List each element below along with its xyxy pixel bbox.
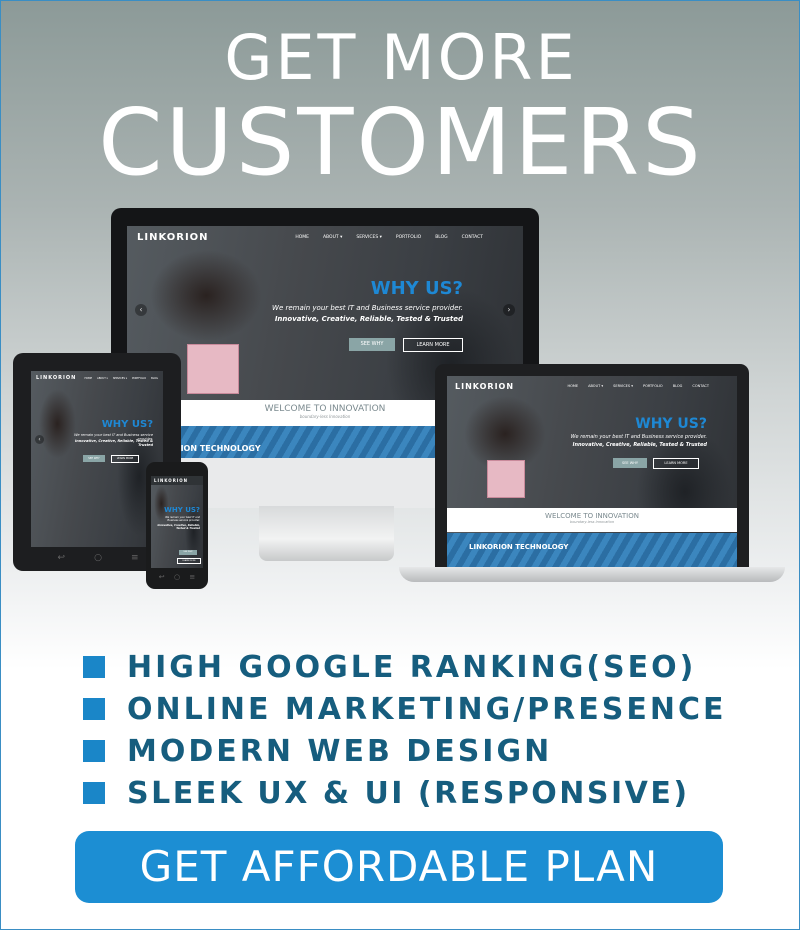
carousel-prev-icon[interactable]: ‹	[35, 435, 44, 444]
nav-services[interactable]: SERVICES ▾	[113, 377, 127, 380]
hero-values: Innovative, Creative, Reliable, Tested &…	[572, 442, 707, 448]
learn-more-button[interactable]: LEARN MORE	[653, 458, 699, 469]
company-band: LINKORION TECHNOLOGY	[447, 533, 737, 569]
gift-bag-image	[487, 460, 525, 498]
learn-more-button[interactable]: LEARN MORE	[177, 558, 201, 564]
site-logo[interactable]: LINKORION	[154, 478, 188, 483]
nav-home[interactable]: HOME	[295, 235, 309, 240]
nav-blog[interactable]: BLOG	[673, 384, 683, 388]
hero-values: Innovative, Creative, Reliable, Tested &…	[274, 315, 463, 323]
home-icon[interactable]: ○	[174, 573, 180, 581]
feature-text: ONLINE MARKETING/PRESENCE	[127, 691, 727, 727]
square-bullet-icon	[83, 740, 105, 762]
see-why-button[interactable]: SEE WHY	[83, 455, 105, 462]
learn-more-button[interactable]: LEARN MORE	[403, 338, 463, 352]
hero-values: Innovative, Creative, Reliable, Tested &…	[157, 524, 200, 530]
nav-about[interactable]: ABOUT ▾	[97, 377, 108, 380]
back-icon[interactable]: ↩	[159, 573, 165, 581]
ad-banner: GET MORE CUSTOMERS LINKORION HOME ABOUT …	[0, 0, 800, 930]
phone-hardware-buttons: ↩ ○ ≡	[154, 573, 200, 581]
site-nav: LINKORION HOME ABOUT ▾ SERVICES ▾ PORTFO…	[447, 376, 737, 396]
nav-portfolio[interactable]: PORTFOLIO	[396, 235, 421, 240]
nav-services[interactable]: SERVICES ▾	[356, 235, 382, 240]
phone-website-screen: LINKORION WHY US? We remain your best IT…	[151, 476, 203, 568]
feature-text: SLEEK UX & UI (RESPONSIVE)	[127, 775, 690, 811]
site-logo[interactable]: LINKORION	[455, 382, 514, 391]
site-nav: LINKORION HOME ABOUT ▾ SERVICES ▾ PORTFO…	[127, 226, 523, 248]
phone: LINKORION WHY US? We remain your best IT…	[146, 462, 208, 589]
laptop-website-screen: LINKORION HOME ABOUT ▾ SERVICES ▾ PORTFO…	[447, 376, 737, 569]
see-why-button[interactable]: SEE WHY	[179, 550, 197, 555]
tablet-hardware-buttons: ↩ ○ ≡	[43, 553, 153, 563]
hero-tagline: We remain your best IT and Business serv…	[570, 434, 707, 440]
hero-tagline: We remain your best IT and Business serv…	[165, 516, 200, 522]
hero-tagline: We remain your best IT and Business serv…	[272, 304, 463, 312]
nav-blog[interactable]: BLOG	[151, 377, 158, 380]
carousel-next-icon[interactable]: ›	[503, 304, 515, 316]
hero-title: WHY US?	[635, 416, 707, 432]
nav-contact[interactable]: CONTACT	[462, 235, 483, 240]
welcome-title: WELCOME TO INNOVATION	[545, 512, 639, 520]
back-icon[interactable]: ↩	[58, 553, 66, 563]
see-why-button[interactable]: SEE WHY	[613, 458, 647, 468]
site-logo[interactable]: LINKORION	[36, 375, 76, 381]
nav-portfolio[interactable]: PORTFOLIO	[643, 384, 663, 388]
welcome-section: WELCOME TO INNOVATION boundary-less Inno…	[447, 508, 737, 532]
feature-text: HIGH GOOGLE RANKING(SEO)	[127, 649, 697, 685]
nav-about[interactable]: ABOUT ▾	[323, 235, 342, 240]
headline-line-2: CUSTOMERS	[98, 89, 704, 196]
laptop: LINKORION HOME ABOUT ▾ SERVICES ▾ PORTFO…	[435, 364, 749, 569]
nav-home[interactable]: HOME	[567, 384, 578, 388]
see-why-button[interactable]: SEE WHY	[349, 338, 395, 351]
feature-item: MODERN WEB DESIGN	[83, 730, 726, 772]
site-nav: LINKORION	[151, 476, 203, 485]
nav-services[interactable]: SERVICES ▾	[613, 384, 633, 388]
hero-title: WHY US?	[370, 278, 463, 299]
feature-item: HIGH GOOGLE RANKING(SEO)	[83, 646, 726, 688]
home-icon[interactable]: ○	[94, 553, 102, 563]
menu-icon[interactable]: ≡	[189, 573, 195, 581]
hero-values: Innovative, Creative, Reliable, Tested &…	[74, 439, 153, 447]
nav-about[interactable]: ABOUT ▾	[588, 384, 603, 388]
tablet-website-screen: LINKORION HOME ABOUT ▾ SERVICES ▾ PORTFO…	[31, 371, 163, 547]
site-logo[interactable]: LINKORION	[137, 232, 209, 243]
feature-list: HIGH GOOGLE RANKING(SEO) ONLINE MARKETIN…	[83, 646, 726, 814]
nav-portfolio[interactable]: PORTFOLIO	[132, 377, 146, 380]
nav-blog[interactable]: BLOG	[435, 235, 447, 240]
nav-home[interactable]: HOME	[84, 377, 92, 380]
gift-bag-image	[187, 344, 239, 394]
square-bullet-icon	[83, 782, 105, 804]
headline-line-1: GET MORE	[224, 21, 578, 94]
carousel-prev-icon[interactable]: ‹	[135, 304, 147, 316]
welcome-subtitle: boundary-less Innovation	[569, 520, 615, 524]
nav-contact[interactable]: CONTACT	[692, 384, 709, 388]
feature-item: ONLINE MARKETING/PRESENCE	[83, 688, 726, 730]
hero-title: WHY US?	[164, 506, 200, 514]
feature-text: MODERN WEB DESIGN	[127, 733, 553, 769]
square-bullet-icon	[83, 698, 105, 720]
site-nav: LINKORION HOME ABOUT ▾ SERVICES ▾ PORTFO…	[31, 371, 163, 385]
learn-more-button[interactable]: LEARN MORE	[111, 455, 139, 463]
band-title: LINKORION TECHNOLOGY	[469, 543, 569, 551]
feature-item: SLEEK UX & UI (RESPONSIVE)	[83, 772, 726, 814]
get-plan-button[interactable]: GET AFFORDABLE PLAN	[75, 831, 723, 903]
menu-icon[interactable]: ≡	[131, 553, 139, 563]
monitor-stand	[259, 506, 394, 561]
hero-title: WHY US?	[101, 419, 153, 430]
square-bullet-icon	[83, 656, 105, 678]
laptop-base	[399, 567, 785, 582]
